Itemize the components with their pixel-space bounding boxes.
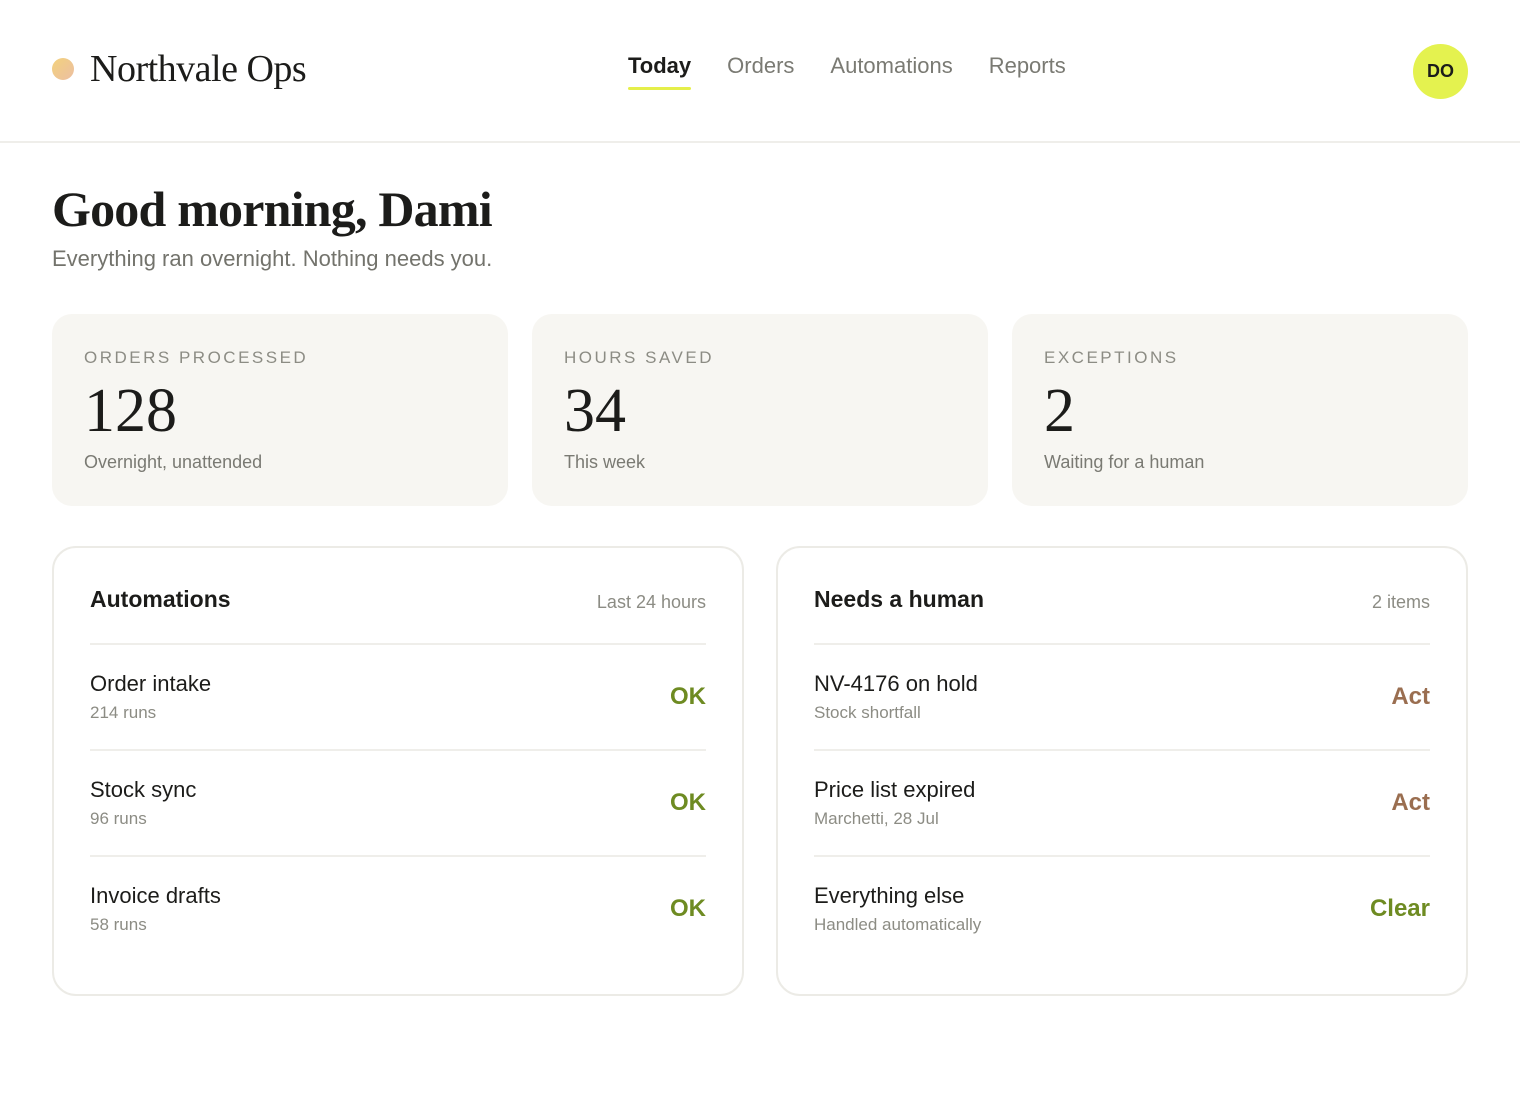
list-item-price-list-expired[interactable]: Price list expired Marchetti, 28 Jul Act	[814, 751, 1430, 857]
list-item-everything-else[interactable]: Everything else Handled automatically Cl…	[814, 857, 1430, 963]
main-nav: Today Orders Automations Reports	[628, 48, 1066, 92]
act-button[interactable]: Act	[1391, 789, 1430, 817]
act-button[interactable]: Act	[1391, 683, 1430, 711]
stat-value: 2	[1044, 377, 1075, 445]
stat-note: Waiting for a human	[1044, 452, 1205, 472]
list-item-stock-sync[interactable]: Stock sync 96 runs OK	[90, 751, 706, 857]
nav-tab-orders[interactable]: Orders	[727, 48, 794, 92]
brand[interactable]: Northvale Ops	[52, 44, 307, 94]
status-badge: Clear	[1369, 895, 1430, 922]
list-item-order-intake[interactable]: Order intake 214 runs OK	[90, 645, 706, 751]
list-item-subtitle: 58 runs	[90, 915, 147, 934]
stat-label: ORDERS PROCESSED	[84, 348, 309, 367]
list-item-subtitle: Marchetti, 28 Jul	[814, 809, 939, 828]
automations-list: Order intake 214 runs OK Stock sync 96 r…	[90, 645, 706, 963]
stat-card-orders-processed: ORDERS PROCESSED 128 Overnight, unattend…	[52, 314, 508, 506]
list-item-subtitle: 96 runs	[90, 809, 147, 828]
automations-panel: Automations Last 24 hours Order intake 2…	[52, 546, 744, 996]
status-badge: OK	[670, 683, 706, 710]
stat-value: 128	[84, 377, 177, 445]
stat-label: EXCEPTIONS	[1044, 348, 1179, 367]
list-item-invoice-drafts[interactable]: Invoice drafts 58 runs OK	[90, 857, 706, 963]
stat-label: HOURS SAVED	[564, 348, 714, 367]
list-item-subtitle: 214 runs	[90, 703, 157, 722]
page-title: Good morning, Dami	[52, 181, 493, 237]
user-avatar[interactable]: DO	[1413, 44, 1468, 99]
list-item-title: Invoice drafts	[90, 883, 221, 908]
stat-card-exceptions: EXCEPTIONS 2 Waiting for a human	[1012, 314, 1468, 506]
stat-value: 34	[564, 377, 626, 445]
list-item-title: Price list expired	[814, 777, 976, 802]
list-item-subtitle: Handled automatically	[814, 915, 982, 934]
panel-title: Needs a human	[814, 586, 984, 612]
needs-human-panel: Needs a human 2 items NV-4176 on hold St…	[776, 546, 1468, 996]
list-item-title: Stock sync	[90, 777, 197, 802]
brand-logo-icon	[52, 58, 74, 80]
nav-tab-reports[interactable]: Reports	[989, 48, 1066, 92]
list-item-title: Order intake	[90, 671, 212, 696]
status-badge: OK	[670, 895, 706, 922]
list-item-title: NV-4176 on hold	[814, 671, 978, 696]
status-badge: OK	[670, 789, 706, 816]
list-item-order-on-hold[interactable]: NV-4176 on hold Stock shortfall Act	[814, 645, 1430, 751]
panel-header: Needs a human 2 items	[814, 548, 1430, 645]
panel-header: Automations Last 24 hours	[90, 548, 706, 645]
nav-tab-automations[interactable]: Automations	[830, 48, 952, 92]
list-item-title: Everything else	[814, 883, 965, 908]
brand-name: Northvale Ops	[90, 48, 307, 90]
nav-tab-today[interactable]: Today	[628, 48, 692, 92]
stat-card-hours-saved: HOURS SAVED 34 This week	[532, 314, 988, 506]
page-subtitle: Everything ran overnight. Nothing needs …	[52, 246, 493, 271]
stat-note: This week	[564, 452, 646, 472]
needs-human-list: NV-4176 on hold Stock shortfall Act Pric…	[814, 645, 1430, 963]
panel-meta: Last 24 hours	[596, 592, 706, 612]
panel-title: Automations	[90, 586, 231, 612]
top-header: Northvale Ops Today Orders Automations R…	[0, 0, 1520, 143]
stat-note: Overnight, unattended	[84, 452, 263, 472]
panel-meta: 2 items	[1371, 592, 1430, 612]
list-item-subtitle: Stock shortfall	[814, 703, 921, 722]
